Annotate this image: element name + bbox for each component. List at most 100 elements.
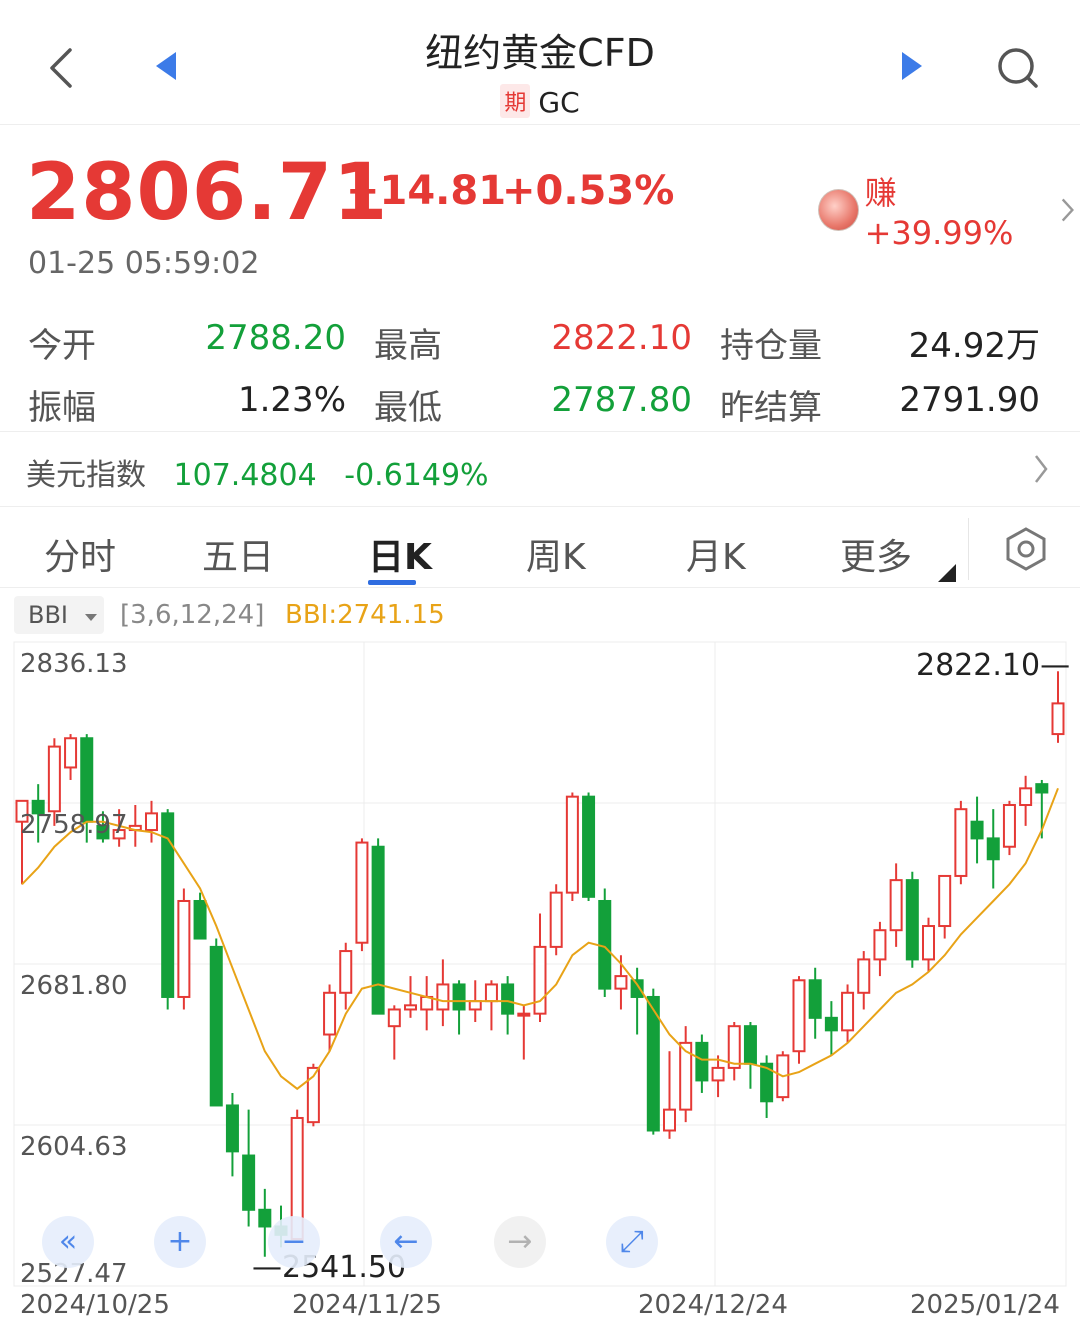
quote-time: 01-25 05:59:02 (28, 246, 260, 281)
candle (355, 838, 369, 952)
zoom-out-button[interactable]: − (268, 1216, 320, 1268)
candle (1002, 800, 1016, 856)
candle-body (889, 879, 903, 932)
candle-body (1051, 702, 1065, 736)
candle (711, 1055, 725, 1098)
candle-body (339, 950, 353, 994)
y-tick-label: 2604.63 (20, 1132, 128, 1162)
candle-body (371, 845, 385, 1015)
candle-body (403, 1004, 418, 1011)
candle-body (258, 1208, 272, 1228)
candle (841, 984, 855, 1043)
rewind-button[interactable]: « (42, 1216, 94, 1268)
candle-body (47, 745, 61, 813)
candle-body (954, 808, 968, 877)
candle-body (549, 891, 563, 948)
high-value: 2822.10 (551, 318, 692, 358)
instrument-code: 期 GC (0, 84, 1080, 119)
candle (695, 1034, 709, 1093)
candle-body (64, 737, 78, 769)
candle (808, 967, 822, 1039)
dollar-index-row[interactable]: 美元指数 107.4804 -0.6149% (0, 432, 1080, 506)
zoom-in-button[interactable]: + (154, 1216, 206, 1268)
candle (420, 976, 434, 1031)
candle (128, 805, 142, 847)
candle-body (873, 929, 887, 961)
candle (824, 1001, 838, 1056)
fullscreen-button[interactable]: ⤢ (606, 1216, 658, 1268)
tab-daily-k[interactable]: 日K (368, 528, 432, 580)
dollar-index-label: 美元指数 (26, 458, 146, 493)
candle-body (452, 983, 466, 1011)
candle-body (695, 1041, 709, 1082)
candle-body (323, 991, 337, 1036)
indicator-select[interactable]: BBI (14, 596, 104, 634)
open-label: 今开 (28, 326, 96, 366)
candle (760, 1055, 774, 1118)
code-text: GC (538, 86, 580, 119)
candle-body (857, 958, 871, 994)
indicator-params: [3,6,12,24] (120, 600, 265, 630)
candle-body (727, 1025, 741, 1069)
candle-body (711, 1066, 725, 1082)
candle-body (468, 1000, 482, 1011)
candle-body (662, 1108, 677, 1132)
tab-more[interactable]: 更多 (840, 528, 912, 580)
y-tick-label: 2836.13 (20, 649, 128, 679)
scroll-left-button[interactable]: ← (380, 1216, 432, 1268)
candle-body (582, 795, 596, 898)
candle-body (614, 975, 628, 990)
y-tick-label: 2681.80 (20, 971, 128, 1001)
divider (968, 518, 969, 580)
app-header: 纽约黄金CFD 期 GC (0, 0, 1080, 125)
tab-weekly-k[interactable]: 周K (526, 528, 586, 580)
candle (727, 1022, 741, 1081)
candle (954, 800, 968, 885)
candle (242, 1109, 256, 1227)
candle (970, 796, 984, 864)
active-tab-indicator (368, 580, 416, 585)
candle-body (355, 841, 369, 944)
open-value: 2788.20 (205, 318, 346, 358)
candle-body (1019, 787, 1033, 807)
candle (339, 942, 353, 1010)
x-tick-label: 2024/11/25 (292, 1290, 442, 1320)
candle (679, 1026, 693, 1123)
amplitude-label: 振幅 (28, 388, 96, 428)
candle (452, 980, 466, 1035)
candle (630, 967, 644, 1035)
candle (743, 1022, 757, 1089)
candle (986, 809, 1000, 889)
search-icon[interactable] (994, 44, 1042, 96)
candle (873, 921, 887, 977)
tab-monthly-k[interactable]: 月K (686, 528, 746, 580)
x-tick-label: 2025/01/24 (910, 1290, 1060, 1320)
last-price: 2806.71 (26, 148, 389, 238)
earn-link[interactable]: 赚+39.99% (818, 168, 1080, 252)
candle-body (242, 1154, 256, 1211)
candle-body (792, 979, 806, 1053)
dollar-index-value: 107.4804 (173, 458, 317, 493)
settings-hexagon-icon[interactable] (1004, 526, 1048, 572)
dollar-index-change: -0.6149% (344, 458, 489, 493)
candle-body (161, 812, 175, 998)
prev-settle-label: 昨结算 (720, 388, 822, 428)
y-tick-label: 2758.97 (20, 810, 128, 840)
candle-body (905, 879, 919, 961)
candle (549, 884, 563, 956)
high-label: 最高 (374, 326, 442, 366)
tab-five-day[interactable]: 五日 (202, 528, 274, 580)
chevron-right-icon (1061, 198, 1074, 222)
candle-body (1035, 783, 1049, 794)
candle-body (225, 1104, 239, 1153)
max-price-label: 2822.10— (916, 648, 1071, 683)
candle-body (193, 899, 207, 940)
candle (436, 959, 450, 1027)
next-instrument-icon[interactable] (900, 50, 924, 86)
tab-minute[interactable]: 分时 (44, 528, 116, 580)
scroll-right-button[interactable]: → (494, 1216, 546, 1268)
candle (177, 888, 191, 1010)
candle (144, 800, 159, 843)
open-interest-value: 24.92万 (908, 326, 1040, 366)
candle-body (387, 1008, 401, 1028)
